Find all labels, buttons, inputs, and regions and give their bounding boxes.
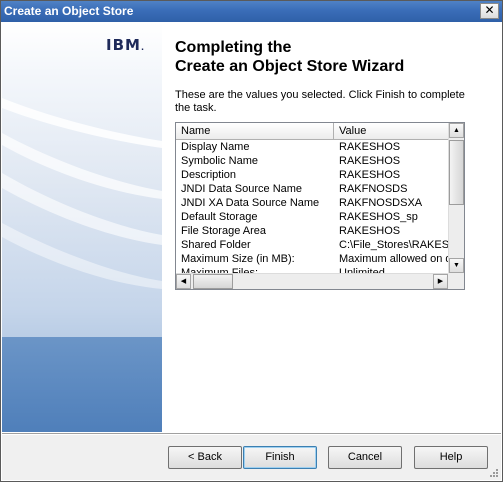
swoosh-graphic — [2, 98, 162, 289]
back-button[interactable]: < Back — [168, 446, 242, 469]
vertical-scroll-thumb[interactable] — [449, 140, 464, 205]
row-name: JNDI XA Data Source Name — [181, 197, 320, 209]
row-name: Description — [181, 169, 237, 181]
row-value: RAKFNOSDSXA — [339, 197, 423, 209]
row-name: Maximum Size (in MB): — [181, 253, 295, 265]
title-line-1: Completing the — [175, 39, 292, 56]
list-row[interactable]: Description RAKESHOS — [176, 168, 450, 182]
ibm-logo: IBM. — [106, 36, 145, 54]
list-row[interactable]: Symbolic Name RAKESHOS — [176, 154, 450, 168]
row-value: C:\File_Stores\RAKESH — [339, 239, 450, 251]
scrollbar-corner — [448, 273, 464, 289]
banner-footer-band — [2, 337, 162, 432]
row-value: RAKFNOSDS — [339, 183, 408, 195]
cancel-button[interactable]: Cancel — [328, 446, 402, 469]
wizard-window: Create an Object Store ✕ IBM. Completing… — [0, 0, 503, 482]
list-row[interactable]: Default Storage RAKESHOS_sp — [176, 210, 450, 224]
list-rows: Display Name RAKESHOS Symbolic Name RAKE… — [176, 140, 450, 274]
list-row[interactable]: JNDI XA Data Source Name RAKFNOSDSXA — [176, 196, 450, 210]
row-value: RAKESHOS — [339, 169, 401, 181]
row-value: RAKESHOS — [339, 141, 401, 153]
list-row[interactable]: Shared Folder C:\File_Stores\RAKESH — [176, 238, 450, 252]
row-name: Display Name — [181, 141, 250, 153]
list-header: Name Value — [176, 123, 450, 140]
horizontal-scroll-thumb[interactable] — [193, 274, 233, 289]
row-name: Shared Folder — [181, 239, 251, 251]
vertical-scrollbar[interactable]: ▲ ▼ — [448, 123, 464, 273]
column-header-name[interactable]: Name — [176, 123, 334, 139]
list-row[interactable]: File Storage Area RAKESHOS — [176, 224, 450, 238]
horizontal-scrollbar[interactable]: ◀ ▶ — [176, 273, 448, 289]
title-line-2: Create an Object Store Wizard — [175, 58, 405, 75]
row-value: RAKESHOS — [339, 155, 401, 167]
column-header-value[interactable]: Value — [334, 123, 450, 139]
close-button[interactable]: ✕ — [480, 3, 499, 19]
help-button[interactable]: Help — [414, 446, 488, 469]
close-icon: ✕ — [484, 3, 495, 17]
page-title: Completing the Create an Object Store Wi… — [175, 38, 485, 76]
scroll-right-button[interactable]: ▶ — [433, 274, 448, 289]
page-description: These are the values you selected. Click… — [175, 89, 465, 114]
summary-list[interactable]: Name Value Display Name RAKESHOS Symboli… — [175, 122, 465, 290]
window-title: Create an Object Store — [4, 4, 134, 18]
row-name: File Storage Area — [181, 225, 266, 237]
row-name: Symbolic Name — [181, 155, 259, 167]
row-name: JNDI Data Source Name — [181, 183, 303, 195]
scroll-up-button[interactable]: ▲ — [449, 123, 464, 138]
row-value: Maximum allowed on de — [339, 253, 450, 265]
finish-button[interactable]: Finish — [243, 446, 317, 469]
list-row[interactable]: Maximum Size (in MB): Maximum allowed on… — [176, 252, 450, 266]
title-bar[interactable]: Create an Object Store ✕ — [1, 1, 502, 22]
row-value: RAKESHOS_sp — [339, 211, 418, 223]
row-value: RAKESHOS — [339, 225, 401, 237]
row-name: Default Storage — [181, 211, 258, 223]
scroll-down-button[interactable]: ▼ — [449, 258, 464, 273]
wizard-side-banner — [2, 23, 162, 432]
scroll-left-button[interactable]: ◀ — [176, 274, 191, 289]
list-row[interactable]: JNDI Data Source Name RAKFNOSDS — [176, 182, 450, 196]
list-row[interactable]: Display Name RAKESHOS — [176, 140, 450, 154]
resize-grip-icon[interactable] — [489, 468, 499, 478]
